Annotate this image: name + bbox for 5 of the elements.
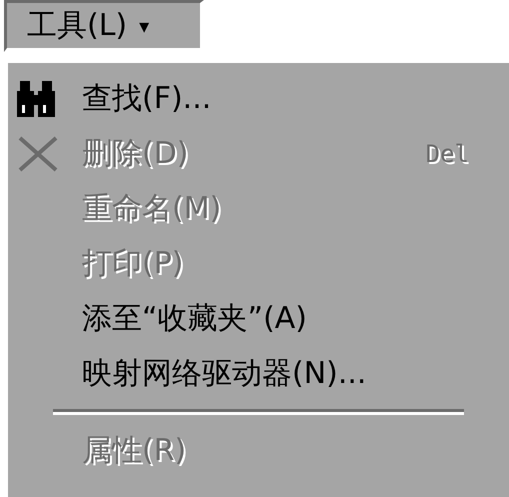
menu-item[interactable]: 映射网络驱动器(N)... [8,346,509,401]
delete-icon [16,134,60,174]
menu-item[interactable]: 查找(F)... [8,71,509,126]
menu-item[interactable]: 添至“收藏夹”(A) [8,291,509,346]
tools-menu-button[interactable]: 工具(L) ▾ [4,0,204,52]
